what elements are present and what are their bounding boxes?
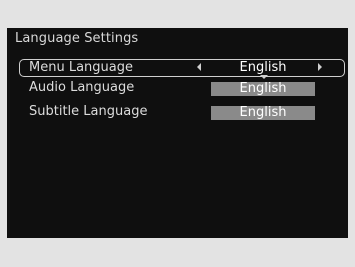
subtitle-language-row[interactable]: Subtitle Language English <box>19 103 345 121</box>
audio-language-label: Audio Language <box>29 80 135 95</box>
left-arrow-icon[interactable] <box>197 63 201 71</box>
subtitle-language-value[interactable]: English <box>211 106 315 120</box>
screen-title: Language Settings <box>15 31 139 46</box>
language-settings-screen: Language Settings Menu Language English … <box>7 28 348 238</box>
subtitle-language-label: Subtitle Language <box>29 104 148 119</box>
audio-language-value[interactable]: English <box>211 82 315 96</box>
audio-language-row[interactable]: Audio Language English <box>19 79 345 97</box>
right-arrow-icon[interactable] <box>318 63 322 71</box>
menu-language-value[interactable]: English <box>208 60 318 76</box>
menu-language-label: Menu Language <box>29 60 133 75</box>
menu-language-row[interactable]: Menu Language English <box>19 59 345 79</box>
